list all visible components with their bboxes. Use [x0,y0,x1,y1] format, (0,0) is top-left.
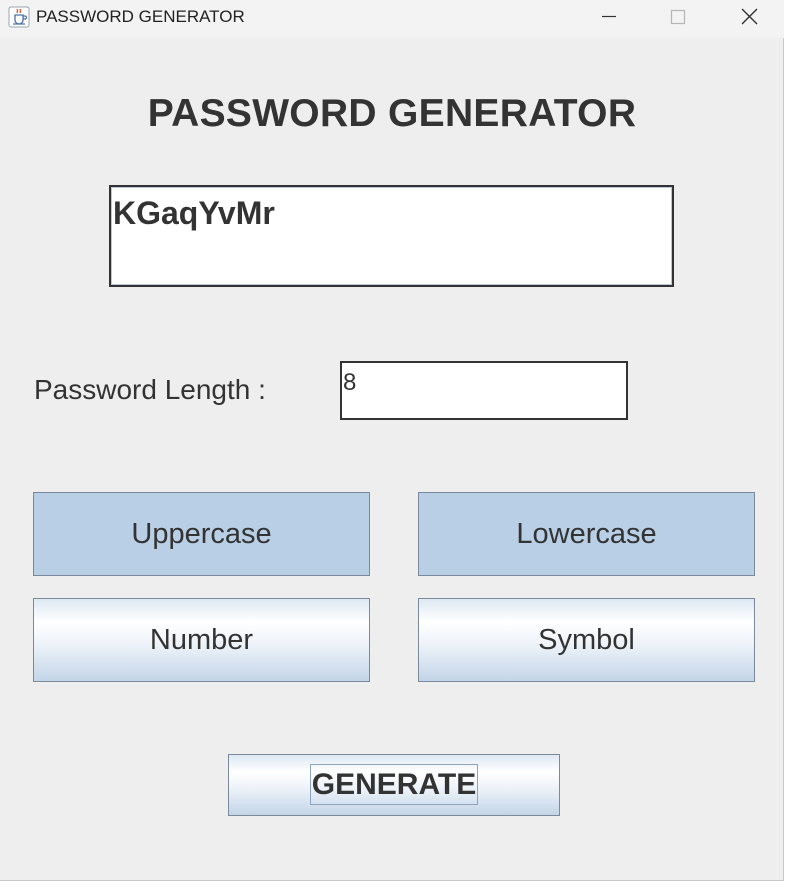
app-window: PASSWORD GENERATOR PASSWORD GENERATOR KG… [0,0,784,881]
page-title: PASSWORD GENERATOR [147,92,637,135]
generated-password-text: KGaqYvMr [113,195,275,231]
window-title: PASSWORD GENERATOR [36,7,245,26]
password-length-label: Password Length : [34,374,266,405]
generate-button-label: GENERATE [310,764,478,805]
lowercase-toggle-button[interactable]: Lowercase [418,492,755,576]
symbol-toggle-button[interactable]: Symbol [418,598,755,682]
title-bar[interactable]: PASSWORD GENERATOR [0,0,784,38]
password-output-field[interactable]: KGaqYvMr [109,185,674,287]
minimize-icon[interactable] [586,0,632,34]
close-icon[interactable] [726,0,772,34]
maximize-icon[interactable] [655,0,701,34]
uppercase-toggle-button[interactable]: Uppercase [33,492,370,576]
number-toggle-button[interactable]: Number [33,598,370,682]
java-cup-icon [8,6,30,28]
password-length-input[interactable]: 8 [340,361,628,420]
generate-button[interactable]: GENERATE [228,754,560,816]
